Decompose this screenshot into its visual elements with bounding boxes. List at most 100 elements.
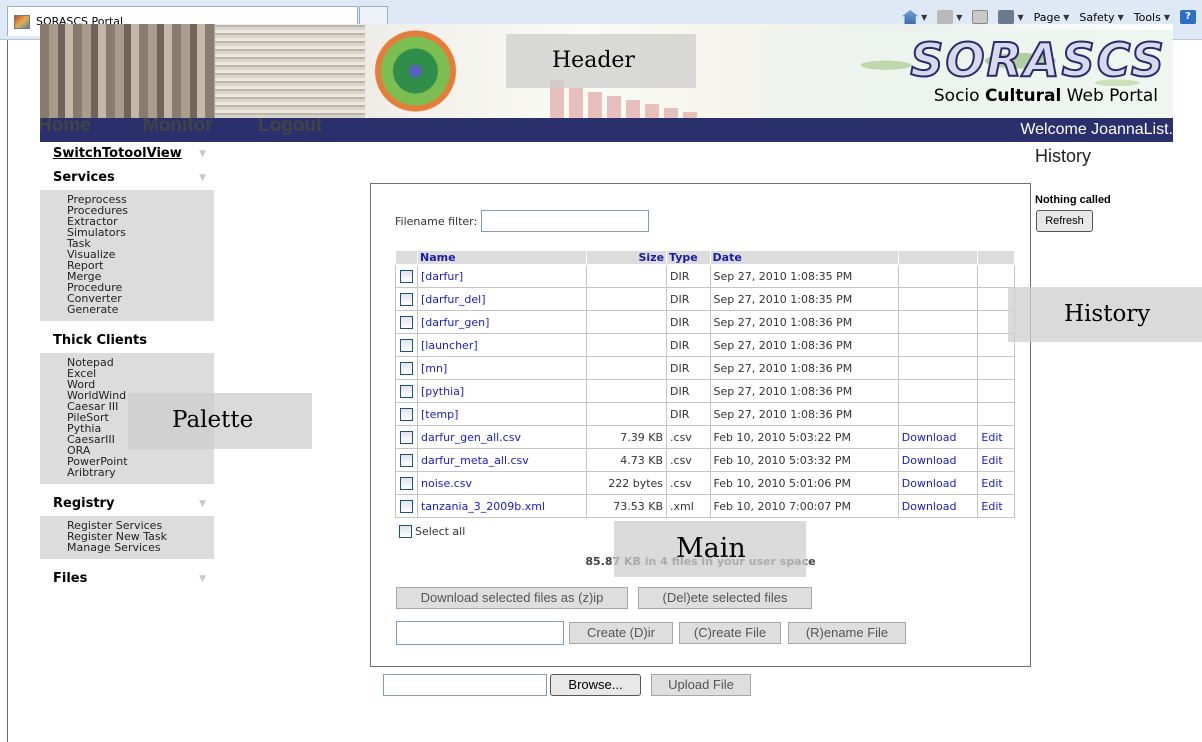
upload-path-input[interactable] bbox=[383, 674, 547, 696]
sidebar-item[interactable]: Aribtrary bbox=[67, 467, 214, 478]
select-all-checkbox[interactable] bbox=[399, 525, 412, 538]
file-link[interactable]: [darfur_gen] bbox=[421, 316, 489, 329]
refresh-button[interactable]: Refresh bbox=[1036, 210, 1093, 232]
command-bar: ▼ ▼ ▼ Page ▼ Safety ▼ Tools ▼ ? bbox=[902, 10, 1196, 24]
mail-icon bbox=[972, 10, 989, 24]
download-link[interactable]: Download bbox=[902, 500, 957, 513]
chevron-down-icon: ▼ bbox=[199, 149, 206, 159]
file-table: Name Size Type Date [darfur] DIR Sep 27, 2… bbox=[395, 250, 1015, 518]
row-checkbox[interactable] bbox=[400, 292, 413, 306]
section-registry-header[interactable]: Registry ▼ bbox=[40, 492, 214, 516]
column-name[interactable]: Name bbox=[416, 250, 588, 265]
nav-home-link[interactable]: Home bbox=[40, 118, 91, 137]
file-link[interactable]: [mn] bbox=[421, 362, 447, 375]
column-select bbox=[395, 250, 418, 265]
print-button[interactable]: ▼ bbox=[998, 10, 1024, 24]
download-link[interactable]: Download bbox=[902, 454, 957, 467]
row-checkbox[interactable] bbox=[400, 453, 413, 467]
table-row: [mn] DIR Sep 27, 2010 1:08:36 PM bbox=[395, 356, 1015, 380]
edit-link[interactable]: Edit bbox=[981, 454, 1002, 467]
home-icon bbox=[902, 10, 919, 24]
column-download bbox=[897, 250, 979, 265]
row-checkbox[interactable] bbox=[400, 315, 413, 329]
delete-files-button[interactable]: (Del)ete selected files bbox=[638, 587, 812, 609]
row-checkbox[interactable] bbox=[400, 269, 413, 283]
row-checkbox[interactable] bbox=[400, 430, 413, 444]
feeds-button[interactable]: ▼ bbox=[937, 10, 962, 24]
file-link[interactable]: [launcher] bbox=[421, 339, 478, 352]
safety-menu[interactable]: Safety ▼ bbox=[1079, 11, 1123, 24]
file-manager-panel: Filename filter: Name Size Type Date [da… bbox=[370, 183, 1031, 667]
filter-label: Filename filter: bbox=[395, 214, 478, 228]
select-all[interactable]: Select all bbox=[399, 525, 465, 538]
history-title: History bbox=[1035, 146, 1092, 166]
home-button[interactable]: ▼ bbox=[902, 10, 927, 24]
edit-link[interactable]: Edit bbox=[981, 477, 1002, 490]
history-status: Nothing called bbox=[1035, 194, 1111, 206]
row-checkbox[interactable] bbox=[400, 476, 413, 490]
row-checkbox[interactable] bbox=[400, 338, 413, 352]
table-row: darfur_gen_all.csv 7.39 KB .csv Feb 10, 201… bbox=[395, 425, 1015, 449]
download-link[interactable]: Download bbox=[902, 431, 957, 444]
section-thick-clients-header[interactable]: Thick Clients bbox=[40, 329, 214, 353]
file-link[interactable]: [pythia] bbox=[421, 385, 464, 398]
edit-link[interactable]: Edit bbox=[981, 431, 1002, 444]
network-graph-image bbox=[368, 24, 463, 118]
palette-region-label: Palette bbox=[128, 393, 312, 449]
sidebar-item[interactable]: Manage Services bbox=[67, 542, 214, 553]
column-type[interactable]: Type bbox=[666, 250, 711, 265]
create-file-button[interactable]: (C)reate File bbox=[679, 622, 781, 644]
table-row: [launcher] DIR Sep 27, 2010 1:08:36 PM bbox=[395, 333, 1015, 357]
file-link[interactable]: tanzania_3_2009b.xml bbox=[421, 500, 545, 513]
registry-list: Register Services Register New Task Mana… bbox=[40, 516, 214, 559]
services-list: Preprocess Procedures Extractor Simulato… bbox=[40, 190, 214, 321]
chevron-down-icon: ▼ bbox=[199, 574, 206, 584]
header-region-label: Header bbox=[506, 34, 696, 88]
table-row: tanzania_3_2009b.xml 73.53 KB .xml Feb 10, … bbox=[395, 494, 1015, 518]
nav-bar: Home Monitor Logout Welcome JoannaList. bbox=[40, 118, 1173, 142]
file-link[interactable]: [temp] bbox=[421, 408, 458, 421]
papers-photo bbox=[215, 24, 365, 118]
nav-monitor-link[interactable]: Monitor bbox=[143, 118, 213, 137]
main-region-label: Main bbox=[614, 521, 806, 577]
upload-file-button[interactable]: Upload File bbox=[651, 674, 751, 696]
browse-button[interactable]: Browse... bbox=[550, 674, 641, 696]
switch-tool-view[interactable]: SwitchTotoolView ▼ bbox=[40, 142, 214, 166]
create-dir-button[interactable]: Create (D)ir bbox=[569, 622, 673, 644]
file-link[interactable]: [darfur_del] bbox=[421, 293, 486, 306]
help-icon: ? bbox=[1180, 10, 1196, 24]
file-link[interactable]: darfur_gen_all.csv bbox=[421, 431, 521, 444]
table-row: [darfur] DIR Sep 27, 2010 1:08:35 PM bbox=[395, 264, 1015, 288]
row-checkbox[interactable] bbox=[400, 361, 413, 375]
rename-file-button[interactable]: (R)ename File bbox=[788, 622, 906, 644]
section-files-header[interactable]: Files ▼ bbox=[40, 567, 214, 591]
filter-input[interactable] bbox=[481, 210, 650, 232]
column-date[interactable]: Date bbox=[709, 250, 899, 265]
table-row: [darfur_del] DIR Sep 27, 2010 1:08:35 PM bbox=[395, 287, 1015, 311]
file-link[interactable]: [darfur] bbox=[421, 270, 463, 283]
edit-link[interactable]: Edit bbox=[981, 500, 1002, 513]
file-link[interactable]: noise.csv bbox=[421, 477, 472, 490]
chevron-down-icon: ▼ bbox=[199, 499, 206, 509]
tools-menu[interactable]: Tools ▼ bbox=[1134, 11, 1170, 24]
name-input[interactable] bbox=[396, 621, 564, 645]
feed-icon bbox=[937, 10, 954, 24]
nav-logout-link[interactable]: Logout bbox=[258, 118, 322, 137]
logo-mark: SORASCS bbox=[909, 32, 1166, 88]
download-zip-button[interactable]: Download selected files as (z)ip bbox=[396, 587, 628, 609]
row-checkbox[interactable] bbox=[400, 384, 413, 398]
row-checkbox[interactable] bbox=[400, 499, 413, 513]
section-services-header[interactable]: Services ▼ bbox=[40, 166, 214, 190]
sidebar-item[interactable]: Generate bbox=[67, 304, 214, 315]
favicon-icon bbox=[14, 14, 30, 29]
file-link[interactable]: darfur_meta_all.csv bbox=[421, 454, 529, 467]
crowd-photo bbox=[40, 24, 215, 118]
help-button[interactable]: ? bbox=[1180, 10, 1196, 24]
mail-button[interactable] bbox=[972, 10, 989, 24]
download-link[interactable]: Download bbox=[902, 477, 957, 490]
page-menu[interactable]: Page ▼ bbox=[1034, 11, 1070, 24]
column-size[interactable]: Size bbox=[586, 250, 668, 265]
table-header-row: Name Size Type Date bbox=[395, 250, 1015, 265]
row-checkbox[interactable] bbox=[400, 407, 413, 421]
history-panel: History Nothing called Refresh bbox=[1032, 142, 1195, 702]
